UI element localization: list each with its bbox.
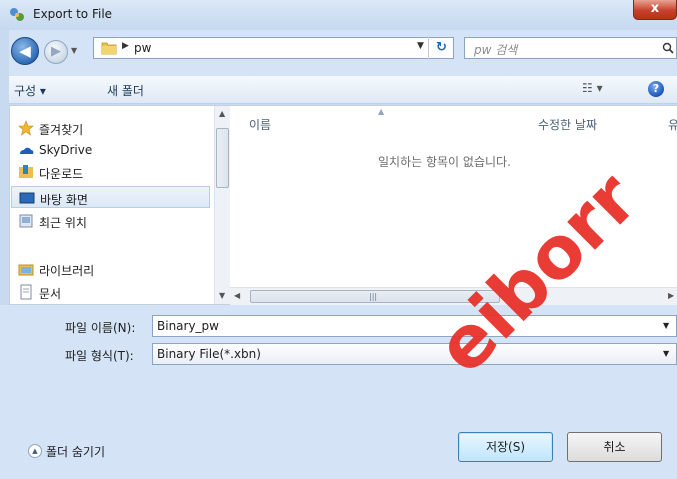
nav-item-libraries[interactable]: 라이브러리: [11, 258, 210, 280]
address-box[interactable]: ▶ pw ▼: [93, 37, 454, 59]
filetype-select[interactable]: Binary File(*.xbn) ▼: [152, 343, 677, 365]
file-list-pane: ▲ 이름 수정한 날짜 유 일치하는 항목이 없습니다. ◀ ||| ▶: [230, 105, 677, 305]
nav-item-label: 즐겨찾기: [39, 123, 84, 137]
close-button[interactable]: x: [633, 0, 677, 20]
nav-item-downloads[interactable]: 다운로드: [11, 161, 210, 183]
refresh-button[interactable]: ↻: [428, 37, 454, 59]
column-header-type[interactable]: 유: [668, 116, 677, 133]
filetype-value: Binary File(*.xbn): [157, 347, 261, 361]
filename-field[interactable]: Binary_pw ▼: [152, 315, 677, 337]
nav-item-favorites[interactable]: 즐겨찾기: [11, 117, 210, 139]
organize-button[interactable]: 구성 ▾: [14, 82, 46, 99]
help-icon[interactable]: ?: [648, 81, 664, 97]
save-button[interactable]: 저장(S): [458, 432, 553, 462]
export-dialog: Export to File x ◀ ▶ ▼ ▶ pw ▼ ↻ pw 검색 구성…: [0, 0, 677, 479]
nav-item-label: 문서: [39, 287, 62, 301]
title-bar: Export to File x: [0, 0, 677, 30]
star-icon: [18, 120, 34, 136]
nav-item-skydrive[interactable]: SkyDrive: [11, 139, 210, 161]
filetype-label: 파일 형식(T):: [65, 349, 134, 363]
address-bar-row: ◀ ▶ ▼ ▶ pw ▼ ↻ pw 검색: [0, 30, 677, 76]
cancel-button[interactable]: 취소: [567, 432, 662, 462]
scroll-down-icon[interactable]: ▼: [219, 291, 225, 300]
desktop-icon: [19, 192, 35, 204]
nav-item-label: 라이브러리: [39, 264, 95, 278]
nav-item-label: 최근 위치: [39, 216, 87, 230]
search-placeholder: pw 검색: [474, 43, 518, 57]
breadcrumb-separator-icon[interactable]: ▶: [122, 41, 129, 51]
nav-item-label: 다운로드: [39, 167, 84, 181]
downloads-folder-icon: [19, 165, 33, 178]
back-button[interactable]: ◀: [11, 37, 39, 65]
filename-label: 파일 이름(N):: [65, 321, 136, 335]
history-dropdown-icon[interactable]: ▼: [71, 45, 81, 57]
filename-value: Binary_pw: [157, 319, 219, 333]
nav-scroll-thumb[interactable]: [216, 128, 229, 188]
collapse-icon: ▲: [28, 444, 42, 458]
nav-item-label: SkyDrive: [39, 143, 93, 157]
column-header-name[interactable]: 이름: [249, 116, 271, 133]
horizontal-scroll-thumb[interactable]: |||: [250, 290, 500, 303]
horizontal-scrollbar[interactable]: ◀ ||| ▶: [230, 287, 677, 305]
nav-buttons: ◀ ▶ ▼: [11, 37, 77, 66]
search-input[interactable]: pw 검색: [464, 37, 677, 59]
scroll-left-icon[interactable]: ◀: [234, 291, 240, 300]
skydrive-icon: [20, 147, 34, 154]
window-title: Export to File: [33, 7, 113, 21]
save-form: 파일 이름(N): Binary_pw ▼ 파일 형식(T): Binary F…: [0, 305, 677, 479]
sort-indicator-icon: ▲: [378, 107, 385, 116]
search-icon[interactable]: [662, 42, 674, 54]
new-folder-button[interactable]: 새 폴더: [107, 82, 144, 99]
empty-message: 일치하는 항목이 없습니다.: [378, 155, 511, 169]
nav-scrollbar[interactable]: ▲ ▼: [214, 106, 231, 304]
filename-dropdown-icon[interactable]: ▼: [663, 321, 669, 330]
command-bar: 구성 ▾ 새 폴더 ☷ ▾ ?: [0, 76, 677, 104]
column-header-modified[interactable]: 수정한 날짜: [538, 116, 597, 133]
nav-item-desktop[interactable]: 바탕 화면: [11, 186, 210, 208]
app-icon: [10, 8, 24, 21]
address-dropdown-icon[interactable]: ▼: [417, 41, 424, 51]
views-button[interactable]: ☷ ▾: [582, 81, 603, 95]
hide-folders-label: 폴더 숨기기: [46, 445, 106, 459]
scroll-up-icon[interactable]: ▲: [219, 109, 225, 118]
nav-item-documents[interactable]: 문서: [11, 281, 210, 303]
scroll-right-icon[interactable]: ▶: [668, 291, 674, 300]
recent-places-icon: [19, 214, 33, 228]
grip-icon: |||: [369, 292, 378, 301]
libraries-icon: [18, 264, 34, 276]
folder-icon: [101, 42, 117, 55]
breadcrumb-item[interactable]: pw: [134, 41, 151, 55]
navigation-pane: 즐겨찾기 SkyDrive 다운로드 바탕 화면 최근 위치 라이브러리 문서 …: [9, 105, 231, 305]
nav-item-label: 바탕 화면: [40, 193, 88, 207]
documents-icon: [20, 284, 32, 300]
forward-button[interactable]: ▶: [44, 40, 68, 64]
nav-item-recent-places[interactable]: 최근 위치: [11, 210, 210, 232]
filetype-dropdown-icon[interactable]: ▼: [663, 349, 669, 358]
